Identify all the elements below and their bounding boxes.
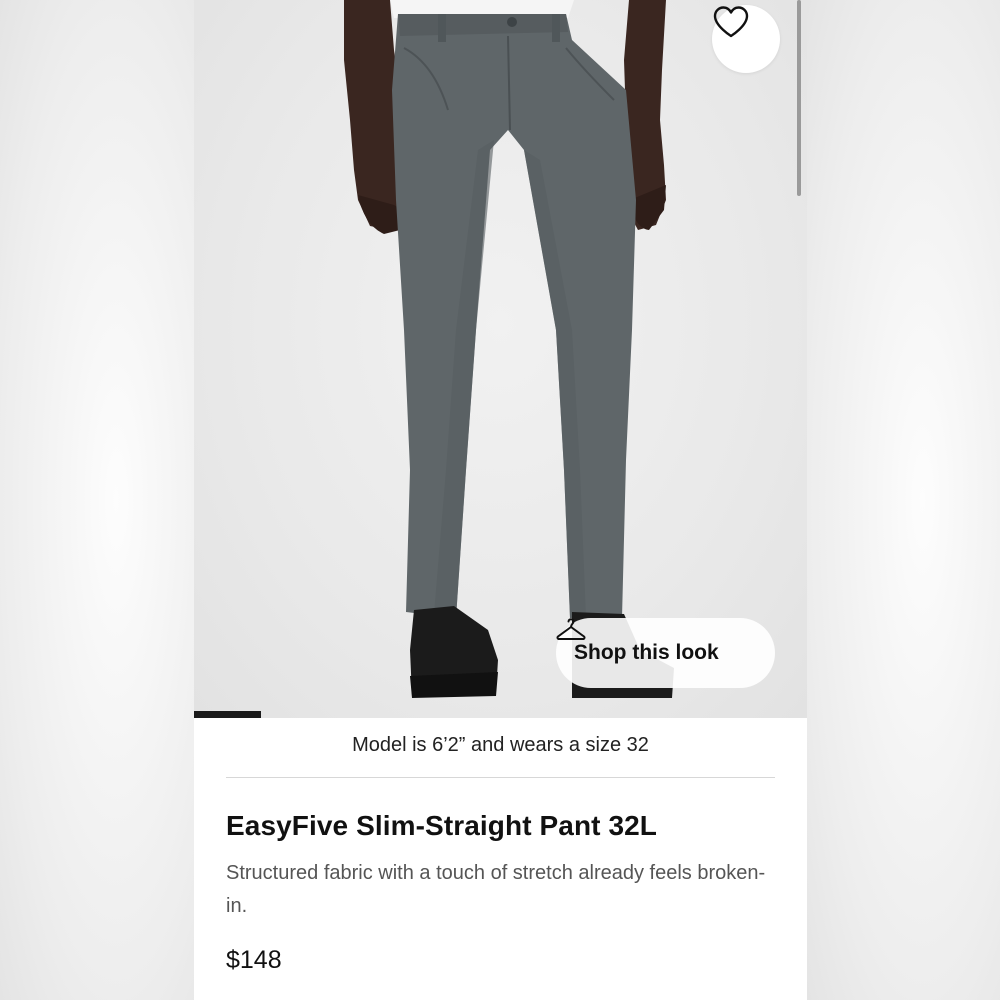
- hanger-icon: [556, 618, 586, 640]
- model-size-note: Model is 6’2” and wears a size 32: [352, 734, 649, 756]
- product-image[interactable]: Shop this look: [194, 0, 807, 718]
- product-price: $148: [226, 946, 282, 974]
- gallery-progress: [194, 711, 807, 718]
- shop-this-look-label: Shop this look: [574, 641, 719, 664]
- gallery-progress-fill: [194, 711, 262, 718]
- favorite-button[interactable]: [712, 5, 780, 73]
- product-photo: [344, 0, 674, 698]
- shop-this-look-button[interactable]: Shop this look: [556, 618, 775, 688]
- divider: [226, 777, 775, 778]
- heart-outline-icon: [713, 6, 749, 38]
- right-backdrop: [807, 0, 1000, 1000]
- product-title: EasyFive Slim-Straight Pant 32L: [226, 810, 658, 841]
- left-backdrop: [0, 0, 194, 1000]
- product-screen: Shop this look Model is 6’2” and wears a…: [194, 0, 807, 1000]
- scrollbar[interactable]: [797, 0, 801, 196]
- product-description: Structured fabric with a touch of stretc…: [226, 862, 766, 917]
